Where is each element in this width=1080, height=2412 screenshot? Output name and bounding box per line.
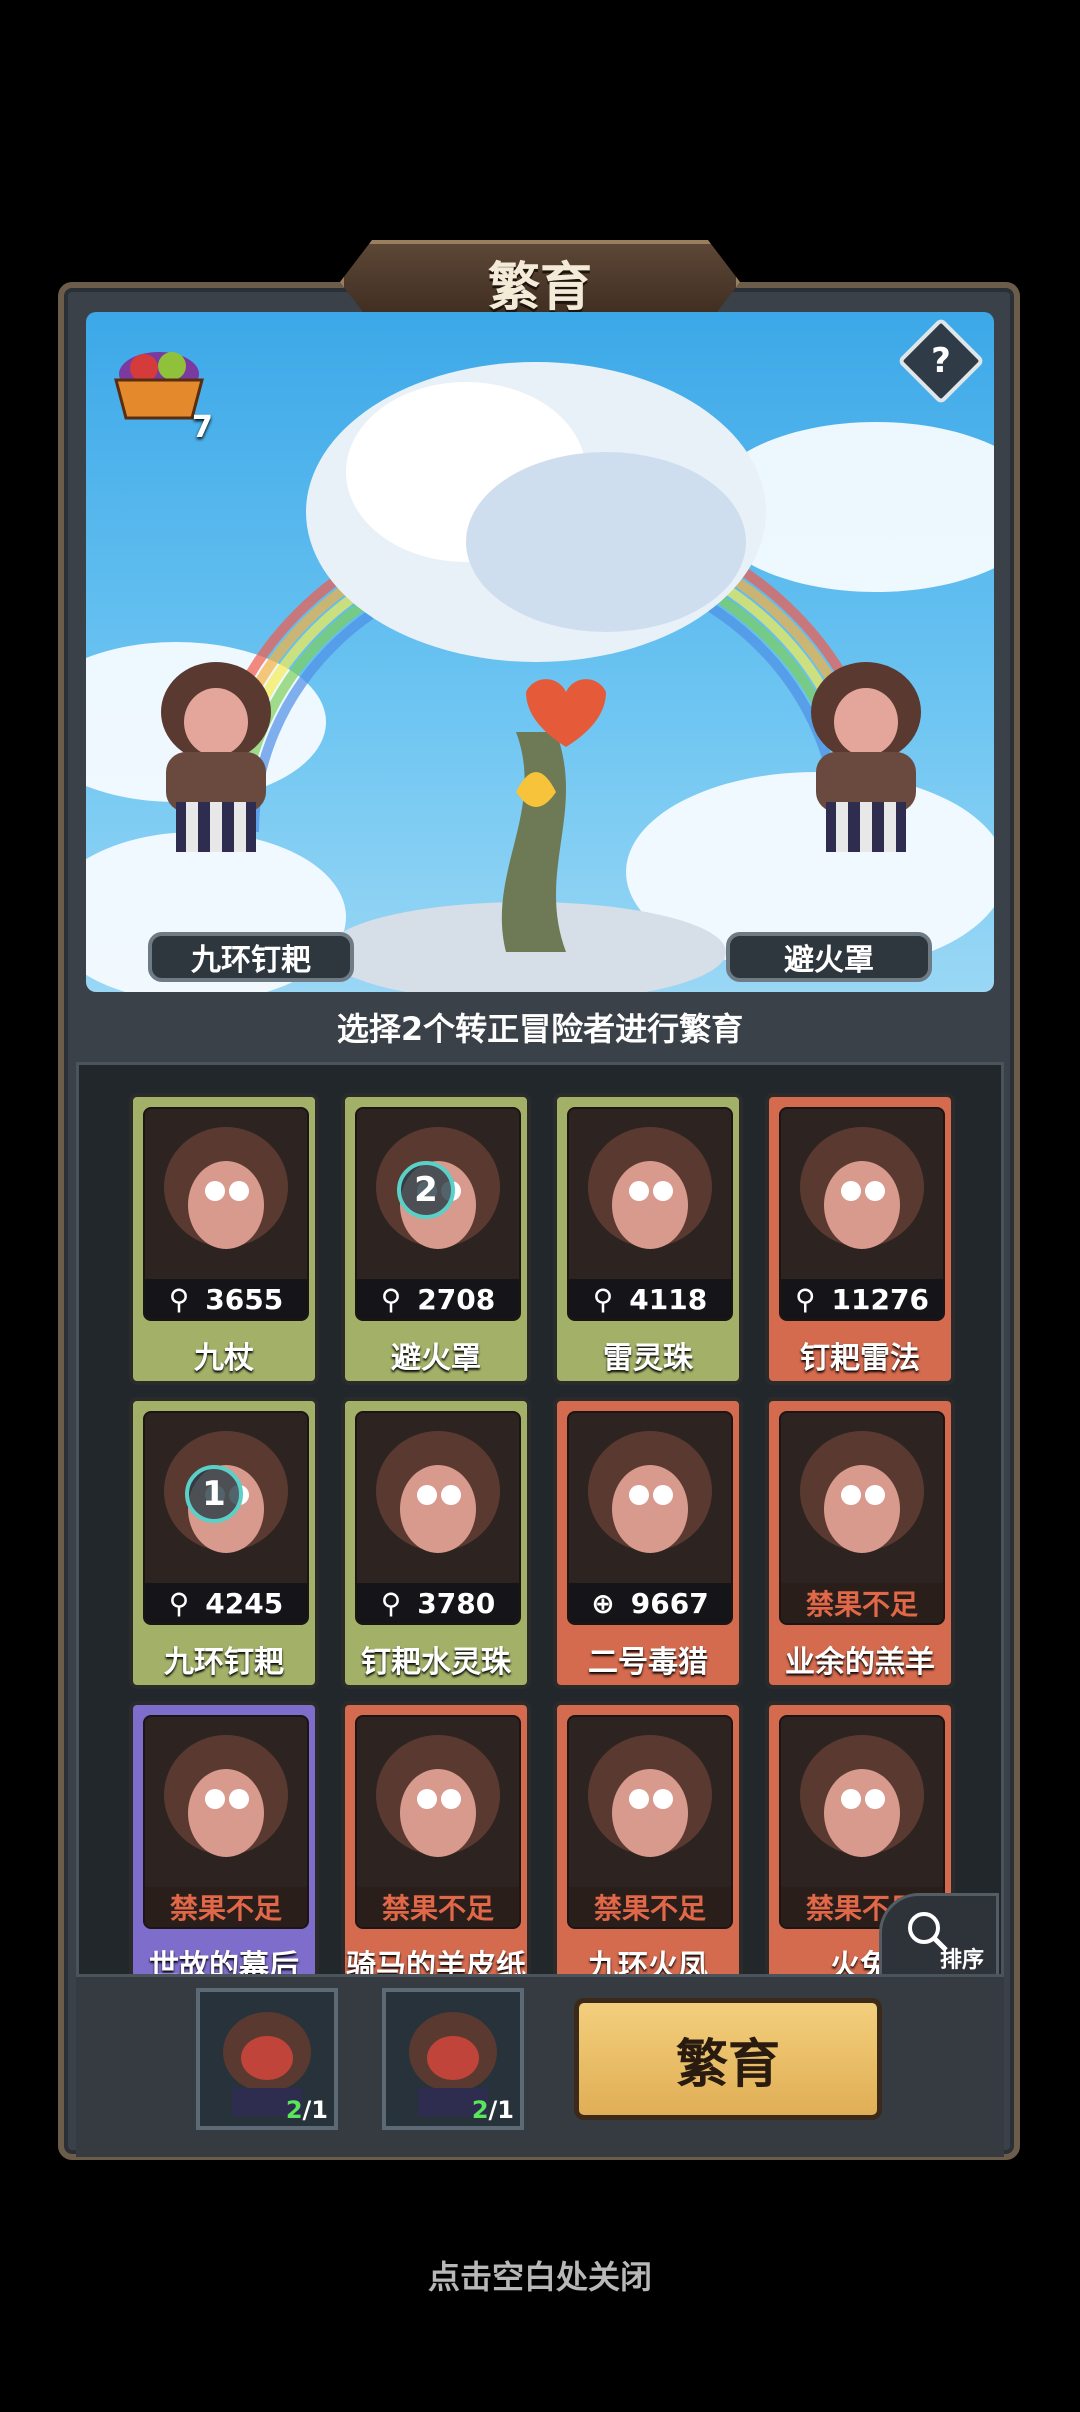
adventurer-card[interactable]: 禁果不足 业余的羔羊 — [765, 1397, 955, 1689]
stat-bar: 禁果不足 — [357, 1887, 519, 1927]
breed-button[interactable]: 繁育 — [574, 1998, 882, 2120]
adventurer-name: 骑马的羊皮纸 — [346, 1949, 526, 1977]
stat-value: 2708 — [417, 1282, 496, 1316]
adventurer-name: 九环钉耙 — [164, 1645, 284, 1680]
adventurer-card[interactable]: ⊕ 9667 二号毒猎 — [553, 1397, 743, 1689]
stat-bar: ⚲ 2708 — [357, 1279, 519, 1319]
adventurer-portrait: ⚲ 3655 — [143, 1107, 309, 1321]
adventurer-name: 九环火凤 — [588, 1949, 708, 1977]
adventurer-portrait: ⚲ 3780 — [355, 1411, 521, 1625]
page-title: 繁育 — [487, 257, 592, 318]
stat-bar: ⚲ 3655 — [145, 1279, 307, 1319]
adventurer-portrait: 禁果不足 — [779, 1411, 945, 1625]
stat-value: 3655 — [205, 1282, 284, 1316]
adventurer-name: 二号毒猎 — [588, 1645, 708, 1680]
adventurer-card[interactable]: ⚲ 2708 2 避火罩 — [341, 1093, 531, 1385]
stat-bar: 禁果不足 — [145, 1887, 307, 1927]
breed-slot-1[interactable]: 2/1 — [196, 1988, 338, 2130]
fruit-count: 7 — [192, 410, 213, 445]
adventurer-name: 钉耙雷法 — [800, 1341, 920, 1376]
stat-value: 4118 — [629, 1282, 708, 1316]
stat-value: 9667 — [630, 1586, 709, 1620]
stat-bar: ⊕ 9667 — [569, 1583, 731, 1623]
stat-value: 3780 — [417, 1586, 496, 1620]
stat-value: 11276 — [831, 1282, 929, 1316]
adventurer-name: 世故的幕后 — [149, 1949, 299, 1977]
adventurer-card[interactable]: 禁果不足 九环火凤 — [553, 1701, 743, 1977]
stat-value: 禁果不足 — [169, 1892, 282, 1925]
slot-count-current: 2 — [285, 2096, 303, 2124]
stat-bar: ⚲ 4118 — [569, 1279, 731, 1319]
adventurer-grid: ⚲ 3655 九杖 ⚲ 2708 2 避火罩 ⚲ 4118 雷灵珠 ⚲ 11276 钉耙雷法 ⚲ 4245 1… — [76, 1062, 1004, 1977]
stat-value: 4245 — [205, 1586, 284, 1620]
stat-bar: 禁果不足 — [781, 1583, 943, 1623]
help-icon: ? — [931, 341, 951, 381]
adventurer-card[interactable]: 禁果不足 世故的幕后 — [129, 1701, 319, 1977]
stat-bar: ⚲ 11276 — [781, 1279, 943, 1319]
power-icon: ⚲ — [795, 1282, 816, 1316]
slot-count-required: /1 — [488, 2096, 514, 2124]
adventurer-portrait: 禁果不足 — [355, 1715, 521, 1929]
adventurer-card[interactable]: ⚲ 4245 1 九环钉耙 — [129, 1397, 319, 1689]
sort-button[interactable]: 排序 — [879, 1893, 999, 1974]
selection-order-badge: 2 — [397, 1161, 455, 1219]
adventurer-portrait: ⚲ 4118 — [567, 1107, 733, 1321]
target-icon: ⊕ — [591, 1586, 615, 1620]
power-icon: ⚲ — [168, 1586, 190, 1620]
adventurer-card[interactable]: 禁果不足骑马的羊皮纸 — [341, 1701, 531, 1977]
stat-value: 禁果不足 — [593, 1892, 706, 1925]
adventurer-name: 钉耙水灵珠 — [361, 1645, 511, 1680]
stat-bar: 禁果不足 — [569, 1887, 731, 1927]
close-hint[interactable]: 点击空白处关闭 — [0, 2252, 1080, 2298]
stat-bar: ⚲ 4245 — [145, 1583, 307, 1623]
breeding-scene: 7 ? — [86, 312, 994, 992]
adventurer-name: 雷灵珠 — [603, 1341, 693, 1376]
breed-slot-2[interactable]: 2/1 — [382, 1988, 524, 2130]
left-parent-character — [161, 662, 271, 852]
adventurer-portrait: ⚲ 11276 — [779, 1107, 945, 1321]
adventurer-card[interactable]: ⚲ 4118 雷灵珠 — [553, 1093, 743, 1385]
right-parent-name: 避火罩 — [726, 932, 932, 982]
power-icon: ⚲ — [380, 1586, 402, 1620]
slot-count-required: /1 — [302, 2096, 328, 2124]
adventurer-card[interactable]: ⚲ 11276 钉耙雷法 — [765, 1093, 955, 1385]
stat-value: 禁果不足 — [805, 1588, 918, 1621]
adventurer-name: 九杖 — [194, 1341, 254, 1376]
right-parent-character — [811, 662, 921, 852]
adventurer-portrait: ⊕ 9667 — [567, 1411, 733, 1625]
adventurer-portrait: 禁果不足 — [143, 1715, 309, 1929]
selection-order-badge: 1 — [185, 1465, 243, 1523]
stat-value: 禁果不足 — [381, 1892, 494, 1925]
adventurer-name: 业余的羔羊 — [785, 1645, 935, 1680]
power-icon: ⚲ — [592, 1282, 614, 1316]
adventurer-card[interactable]: ⚲ 3655 九杖 — [129, 1093, 319, 1385]
instruction-text: 选择2个转正冒险者进行繁育 — [336, 1010, 744, 1048]
power-icon: ⚲ — [380, 1282, 402, 1316]
slot-count-current: 2 — [471, 2096, 489, 2124]
adventurer-name: 避火罩 — [391, 1341, 481, 1376]
left-parent-name: 九环钉耙 — [148, 932, 354, 982]
power-icon: ⚲ — [168, 1282, 190, 1316]
stat-bar: ⚲ 3780 — [357, 1583, 519, 1623]
adventurer-card[interactable]: ⚲ 3780 钉耙水灵珠 — [341, 1397, 531, 1689]
sort-label: 排序 — [940, 1948, 985, 1973]
adventurer-portrait: 禁果不足 — [567, 1715, 733, 1929]
